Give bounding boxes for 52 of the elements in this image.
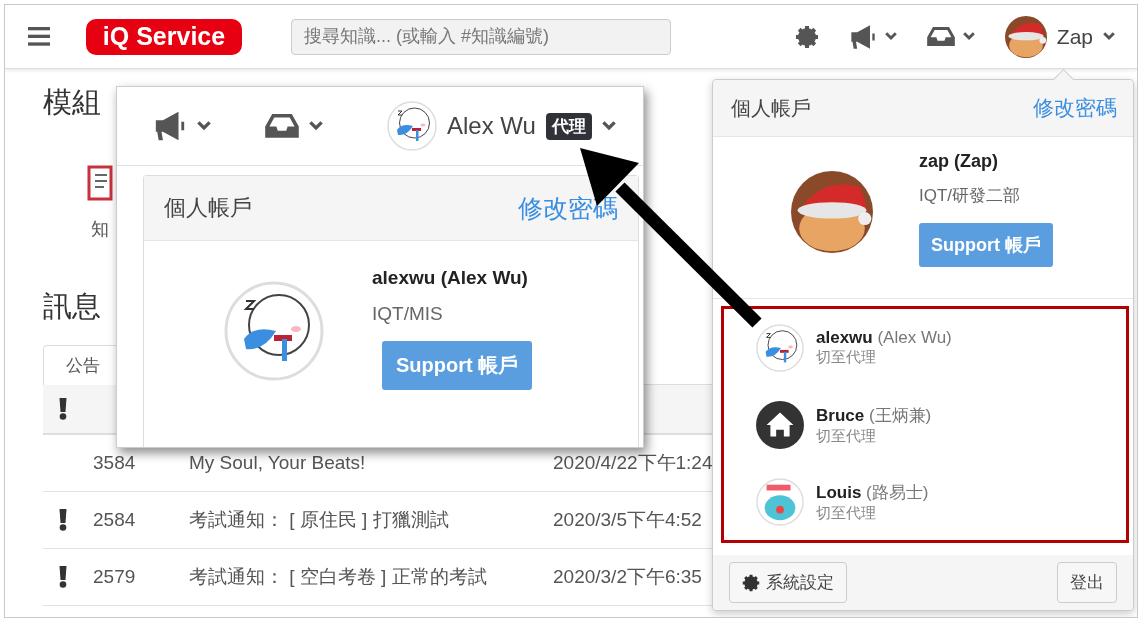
exclamation-icon [59,398,67,420]
table-cell-text: 3584 [92,452,137,474]
caret-icon [884,32,897,41]
book-icon[interactable] [85,163,115,203]
panel-title: 個人帳戶 [164,194,252,222]
menu-icon[interactable] [28,27,50,46]
avatar-icon [791,171,873,253]
proxy-user-name[interactable]: Bruce (王炳兼) [816,403,932,427]
proxy-user-name[interactable]: alexwu (Alex Wu) [816,328,952,348]
table-cell-text: 2020/3/2下午6:35 [553,565,702,589]
logo[interactable]: iQ Service [86,18,242,55]
inbox-icon [265,114,299,138]
caret-icon [309,121,323,131]
module-label[interactable]: 知 [91,217,109,241]
user-name[interactable]: Alex Wu [447,112,536,140]
logout-button[interactable]: 登出 [1057,562,1117,603]
user-name: alexwu (Alex Wu) [372,267,528,289]
section-title: 模組 [43,85,101,120]
switch-proxy-link[interactable]: 切至代理 [816,503,929,523]
table-cell-text: 2579 [92,566,137,588]
settings-icon [742,573,760,592]
caret-icon [962,32,975,41]
section-title: 訊息 [43,289,101,324]
avatar-icon [224,281,324,381]
inbox-icon [926,26,955,47]
table-cell[interactable]: My Soul, Your Beats! [189,452,553,474]
table-cell[interactable]: 考試通知： [ 原住民 ] 打獵測試 [189,507,553,533]
proxy-badge: 代理 [545,112,592,140]
user-name[interactable]: Zap [1056,24,1093,49]
settings-icon [794,24,819,49]
switch-proxy-link[interactable]: 切至代理 [816,348,952,367]
caret-icon [197,121,211,131]
caret-icon [601,121,616,131]
avatar-icon [756,323,804,372]
user-name: zap (Zap) [919,151,998,172]
department: IQT/研發二部 [919,185,1021,207]
panel-title: 個人帳戶 [731,95,811,121]
megaphone-icon [153,109,187,143]
caret-icon [1103,32,1115,41]
switch-proxy-link[interactable]: 切至代理 [816,426,932,446]
table-cell-text: 2020/3/5下午4:52 [553,508,702,532]
table-cell-text: 2020/4/22下午1:24 [553,451,713,475]
search-field[interactable]: 搜尋知識... (或輸入 #知識編號) [291,18,671,55]
table-cell[interactable]: 考試通知： [ 空白考卷 ] 正常的考試 [189,564,553,590]
department: IQT/MIS [372,303,443,325]
avatar-icon [387,101,437,151]
system-settings-button[interactable]: 系統設定 [729,562,847,603]
avatar-icon [756,477,804,526]
proxy-user-name[interactable]: Louis (路易士) [816,480,929,504]
avatar-icon [1004,15,1047,58]
avatar-icon [756,400,804,449]
table-cell-text: 2584 [92,509,137,531]
